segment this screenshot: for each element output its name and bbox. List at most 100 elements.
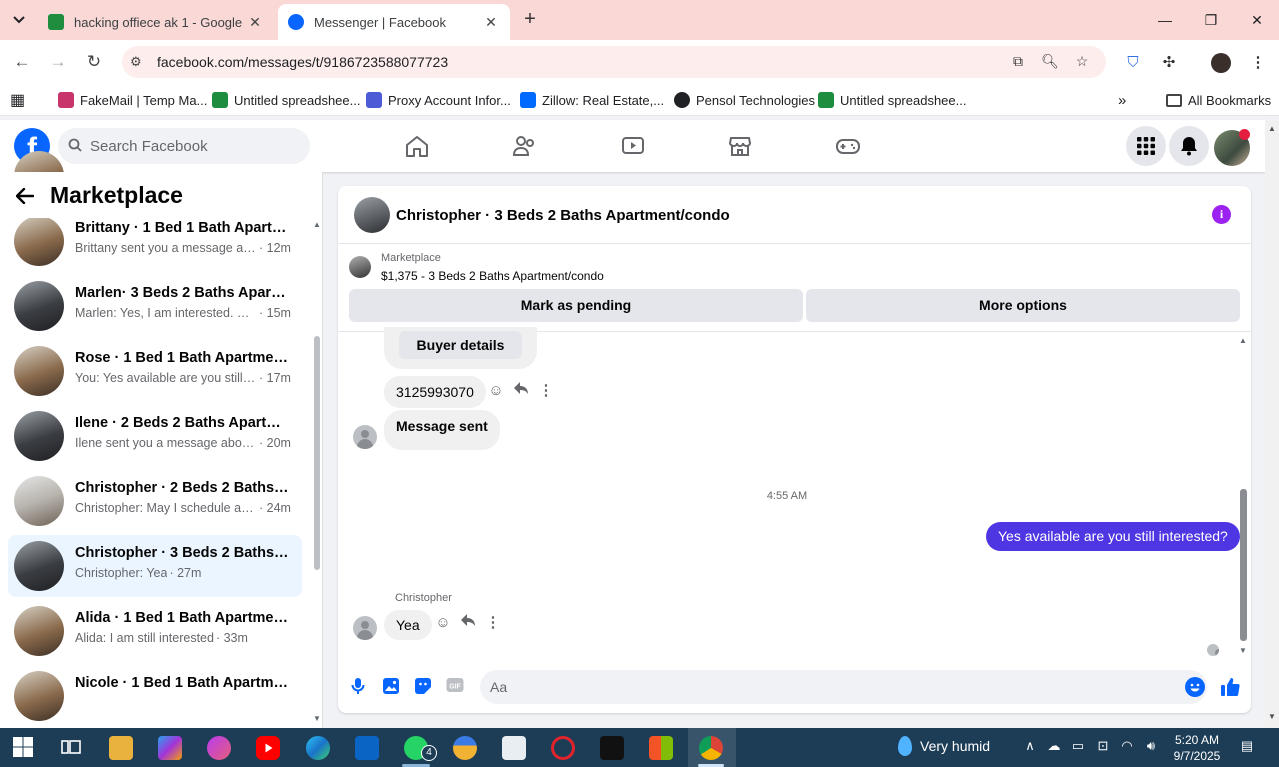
attach-photo-icon[interactable] (380, 677, 402, 699)
menu-grid-icon[interactable] (1126, 126, 1166, 166)
weather-widget[interactable]: Very humid (898, 736, 990, 756)
site-settings-icon[interactable]: ⚙ (130, 54, 142, 70)
close-tab-icon[interactable]: ✕ (246, 14, 264, 31)
notification-center-icon[interactable]: ▤ (1238, 738, 1256, 754)
close-tab-icon[interactable]: ✕ (482, 14, 500, 31)
bookmark-pensol[interactable]: Pensol Technologies (674, 90, 815, 110)
friends-icon[interactable] (512, 134, 540, 158)
edge-icon[interactable] (306, 736, 330, 760)
vpn-icon[interactable]: ⊡ (1094, 738, 1112, 754)
install-app-icon[interactable]: ⧉ (1008, 53, 1028, 71)
emoji-picker-icon[interactable] (1185, 677, 1205, 697)
minimize-button[interactable]: — (1142, 6, 1188, 34)
conversation-avatar[interactable] (354, 197, 390, 233)
volume-icon[interactable]: 🔊︎ (1142, 738, 1160, 754)
home-icon[interactable] (404, 134, 432, 158)
bookmark-fakemail[interactable]: FakeMail | Temp Ma... (58, 90, 207, 110)
app-icon-gray[interactable] (502, 736, 526, 760)
restore-button[interactable]: ❐ (1188, 6, 1234, 34)
gif-icon[interactable]: GIF (444, 677, 466, 699)
apps-grid-icon[interactable]: ▦ (10, 90, 25, 110)
scroll-down-arrow-icon[interactable]: ▼ (1237, 646, 1249, 655)
inbox-scrollbar[interactable]: ▲ ▼ (311, 218, 323, 728)
scroll-down-arrow-icon[interactable]: ▼ (1265, 712, 1279, 721)
marketplace-store-icon[interactable] (727, 134, 755, 158)
react-emoji-icon[interactable]: ☺ (434, 614, 452, 631)
browser-menu-icon[interactable]: ⋮ (1247, 52, 1269, 74)
reload-icon[interactable]: ↻ (82, 50, 106, 74)
more-bookmarks-icon[interactable]: » (1118, 90, 1126, 110)
forward-icon[interactable]: → (46, 50, 70, 74)
sticker-icon[interactable] (412, 677, 434, 699)
conversation-item[interactable]: Ilene · 2 Beds 2 Baths Apartmen... Ilene … (8, 405, 302, 467)
browser-tab-sheets[interactable]: hacking offiece ak 1 - Google Sh ✕ (38, 4, 274, 40)
listing-title[interactable]: $1,375 - 3 Beds 2 Baths Apartment/condo (381, 269, 604, 283)
scrollbar-thumb[interactable] (314, 336, 320, 570)
chrome-icon[interactable] (699, 736, 723, 760)
watch-video-icon[interactable] (620, 134, 648, 158)
youtube-icon[interactable] (256, 736, 280, 760)
more-options-button[interactable]: More options (806, 289, 1240, 322)
windows-start-icon[interactable] (12, 736, 36, 760)
listing-thumbnail[interactable] (349, 256, 371, 278)
zoom-icon[interactable]: 🔍︎ (1040, 53, 1060, 71)
conversation-item[interactable]: Marlen· 3 Beds 2 Baths Apartme... Marlen:… (8, 275, 302, 337)
page-scrollbar[interactable]: ▲ ▼ (1265, 120, 1279, 728)
app-icon-purple[interactable] (207, 736, 231, 760)
reply-icon[interactable] (459, 613, 477, 631)
shield-extension-icon[interactable]: ⛉ (1122, 52, 1144, 74)
message-input[interactable]: Aa (480, 670, 1207, 704)
tab-search-dropdown-icon[interactable] (6, 8, 32, 32)
buyer-details-button[interactable]: Buyer details (399, 331, 522, 359)
sender-avatar[interactable] (353, 616, 377, 640)
onedrive-cloud-icon[interactable]: ☁ (1045, 738, 1063, 754)
reply-icon[interactable] (512, 381, 530, 399)
scroll-up-arrow-icon[interactable]: ▲ (1265, 124, 1279, 133)
all-bookmarks-folder[interactable]: All Bookmarks (1166, 90, 1271, 110)
react-emoji-icon[interactable]: ☺ (487, 382, 505, 399)
mark-as-pending-button[interactable]: Mark as pending (349, 289, 803, 322)
scroll-down-arrow-icon[interactable]: ▼ (311, 714, 323, 723)
show-hidden-icons-chevron-icon[interactable]: ∧ (1021, 738, 1039, 754)
conversation-item[interactable]: Christopher · 3 Beds 2 Baths Ap... Christ… (8, 535, 302, 597)
notifications-bell-icon[interactable] (1169, 126, 1209, 166)
wifi-icon[interactable]: ◠ (1118, 738, 1136, 754)
file-explorer-icon[interactable] (109, 736, 133, 760)
conversation-item[interactable]: Nicole · 1 Bed 1 Bath Apartment (8, 665, 302, 727)
bookmark-star-icon[interactable]: ☆ (1072, 53, 1092, 71)
scrollbar-thumb[interactable] (1240, 489, 1247, 641)
conversation-item[interactable]: Alida · 1 Bed 1 Bath Apartment/c... Alida… (8, 600, 302, 662)
microsoft-store-icon[interactable] (649, 736, 673, 760)
system-clock[interactable]: 5:20 AM 9/7/2025 (1170, 732, 1224, 764)
extensions-puzzle-icon[interactable]: ✣ (1158, 52, 1180, 74)
microphone-icon[interactable] (347, 677, 369, 699)
conversation-item[interactable]: Brittany · 1 Bed 1 Bath Apartme... Britta… (8, 210, 302, 272)
bookmark-zillow[interactable]: Zillow: Real Estate,... (520, 90, 664, 110)
close-window-button[interactable]: ✕ (1234, 6, 1279, 34)
sender-avatar[interactable] (353, 425, 377, 449)
bookmark-sheet-1[interactable]: Untitled spreadshee... (212, 90, 360, 110)
conversation-item[interactable]: Rose · 1 Bed 1 Bath Apartment/c... You: Y… (8, 340, 302, 402)
address-bar[interactable]: ⚙ facebook.com/messages/t/91867235880777… (122, 46, 1106, 78)
scroll-up-arrow-icon[interactable]: ▲ (311, 220, 323, 229)
thread-scrollbar[interactable]: ▲ ▼ (1237, 334, 1249, 657)
back-arrow-icon[interactable] (15, 184, 35, 210)
copilot-icon[interactable] (158, 736, 182, 760)
rewards-medal-icon[interactable] (453, 736, 477, 760)
browser-tab-messenger[interactable]: Messenger | Facebook ✕ (278, 4, 510, 40)
outlook-icon[interactable] (355, 736, 379, 760)
info-icon[interactable]: i (1212, 205, 1231, 224)
battery-icon[interactable]: ▭ (1069, 738, 1087, 754)
gaming-icon[interactable] (835, 134, 863, 158)
new-tab-button[interactable]: + (518, 8, 542, 32)
bookmark-sheet-2[interactable]: Untitled spreadshee... (818, 90, 966, 110)
thumbs-up-icon[interactable] (1219, 677, 1241, 699)
task-view-icon[interactable] (60, 736, 84, 760)
conversation-title[interactable]: Christopher · 3 Beds 2 Baths Apartment/c… (396, 207, 730, 224)
conversation-item[interactable]: Christopher · 2 Beds 2 Baths Ap... Christ… (8, 470, 302, 532)
more-actions-icon[interactable]: ⋮ (484, 613, 502, 631)
profile-avatar-icon[interactable] (1211, 53, 1231, 73)
scroll-up-arrow-icon[interactable]: ▲ (1237, 336, 1249, 345)
back-icon[interactable]: ← (10, 50, 34, 74)
opera-icon[interactable] (551, 736, 575, 760)
